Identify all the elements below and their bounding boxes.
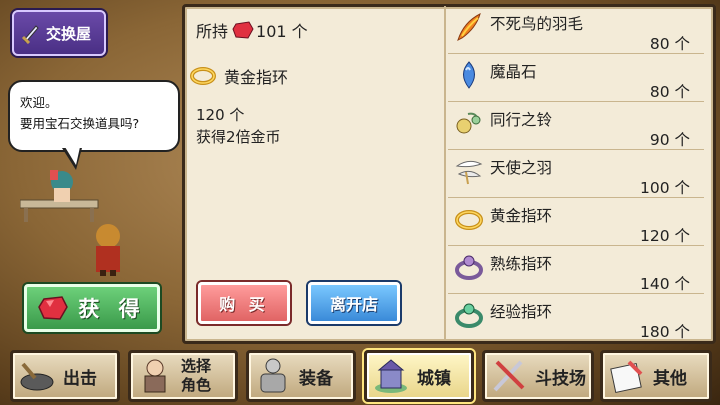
dialog-bubble: 欢迎。 要用宝石交换道具吗? [8,80,180,152]
item-name: 不死鸟的羽毛 [490,15,584,33]
town-building-icon [375,359,407,393]
selected-item-name: 黄金指环 [190,64,288,88]
nav-equip-label: 装备 [299,368,333,389]
shop-title: 交换屋 [46,24,92,43]
nav-town-button[interactable]: 城镇 [364,350,474,402]
item-name: 黄金指环 [490,207,553,225]
nav-arena-label: 斗技场 [535,368,586,389]
nav-sortie-label: 出击 [63,368,97,389]
list-item[interactable]: 同行之铃 90 个 [448,102,704,150]
item-name: 天使之羽 [490,159,553,177]
owned-count: 101 个 [256,22,308,41]
list-item[interactable]: 经验指环 180 个 [448,294,704,342]
exp-ring-icon [455,303,483,328]
shop-title-badge: 交换屋 [12,10,106,56]
item-price: 80 个 [649,83,690,101]
nav-arena-button[interactable]: 斗技场 [482,350,594,402]
item-name: 熟练指环 [490,255,553,273]
nav-select-character-button[interactable]: 选择 角色 [128,350,238,402]
phoenix-feather-icon [457,13,481,41]
nav-select-line-1: 选择 [181,357,212,375]
nav-other-button[interactable]: 其他 [600,350,712,402]
panel-divider [444,6,446,340]
angel-feather-icon [455,160,483,185]
buy-button[interactable]: 购 买 [198,282,290,324]
obtain-gems-button[interactable]: 获 得 [24,284,160,332]
red-gem-icon [38,296,69,320]
item-price: 120 个 [639,227,690,245]
list-item[interactable]: 魔晶石 80 个 [448,54,704,102]
item-price: 180 个 [639,323,690,341]
selected-item-label: 黄金指环 [224,68,289,87]
owned-gems: 所持 101 个 [196,18,308,42]
skill-ring-icon [455,255,483,280]
character-icon [144,359,166,393]
dialog-tail-fill [65,147,80,165]
notepad-icon [610,360,643,394]
list-item[interactable]: 黄金指环 120 个 [448,198,704,246]
obtain-label: 获 得 [78,297,146,321]
list-item[interactable]: 熟练指环 140 个 [448,246,704,294]
list-item[interactable]: 天使之羽 100 个 [448,150,704,198]
nav-town-label: 城镇 [417,368,451,389]
gold-ring-icon [190,67,216,85]
dialog-line-2: 要用宝石交换道具吗? [20,116,140,131]
selected-item-price: 120 个 [196,106,245,124]
item-name: 同行之铃 [490,111,553,129]
item-price: 80 个 [649,35,690,53]
nav-other-label: 其他 [653,368,687,389]
item-price: 90 个 [649,131,690,149]
magic-crystal-icon [463,61,475,89]
item-name: 魔晶石 [490,63,537,81]
player-sprite [96,224,120,276]
red-gem-icon [232,21,254,39]
item-name: 经验指环 [490,303,553,321]
nav-sortie-button[interactable]: 出击 [10,350,120,402]
armor-icon [260,358,286,393]
nav-select-character-label: 选择 角色 [181,357,211,395]
list-item[interactable]: 不死鸟的羽毛 80 个 [448,6,704,54]
sword-icon [21,25,39,44]
item-price: 100 个 [639,179,690,197]
gold-ring-icon [455,210,483,230]
owned-label: 所持 [196,22,229,41]
dialog-line-1: 欢迎。 [20,95,58,110]
shop-scene: 交换屋 欢迎。 要用宝石交换道具吗? 获 得 所持 101 个 黄金指环 120… [0,0,720,405]
item-price: 140 个 [639,275,690,293]
nav-equip-button[interactable]: 装备 [246,350,356,402]
shopkeeper-sprite [20,170,99,222]
crossed-swords-icon [493,360,525,392]
nav-select-line-2: 角色 [181,376,212,394]
bell-icon [456,112,481,134]
selected-item-description: 获得2倍金币 [196,128,281,146]
pan-icon [20,362,54,391]
leave-shop-button[interactable]: 离开店 [308,282,400,324]
